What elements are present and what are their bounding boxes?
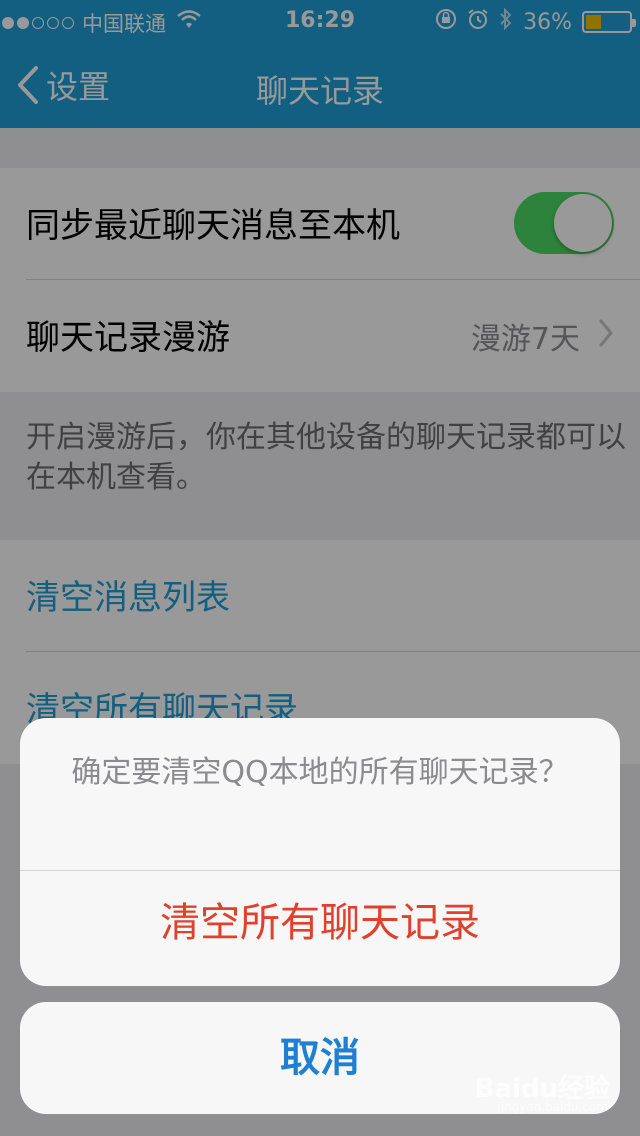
action-sheet-message: 确定要清空QQ本地的所有聊天记录？ <box>71 755 569 790</box>
action-sheet-separator <box>20 870 620 871</box>
action-sheet: 确定要清空QQ本地的所有聊天记录？ 清空所有聊天记录 <box>20 718 620 986</box>
clear-all-confirm-button[interactable]: 清空所有聊天记录 <box>20 890 620 948</box>
watermark-url: jingyan.baidu.com <box>497 1100 608 1114</box>
